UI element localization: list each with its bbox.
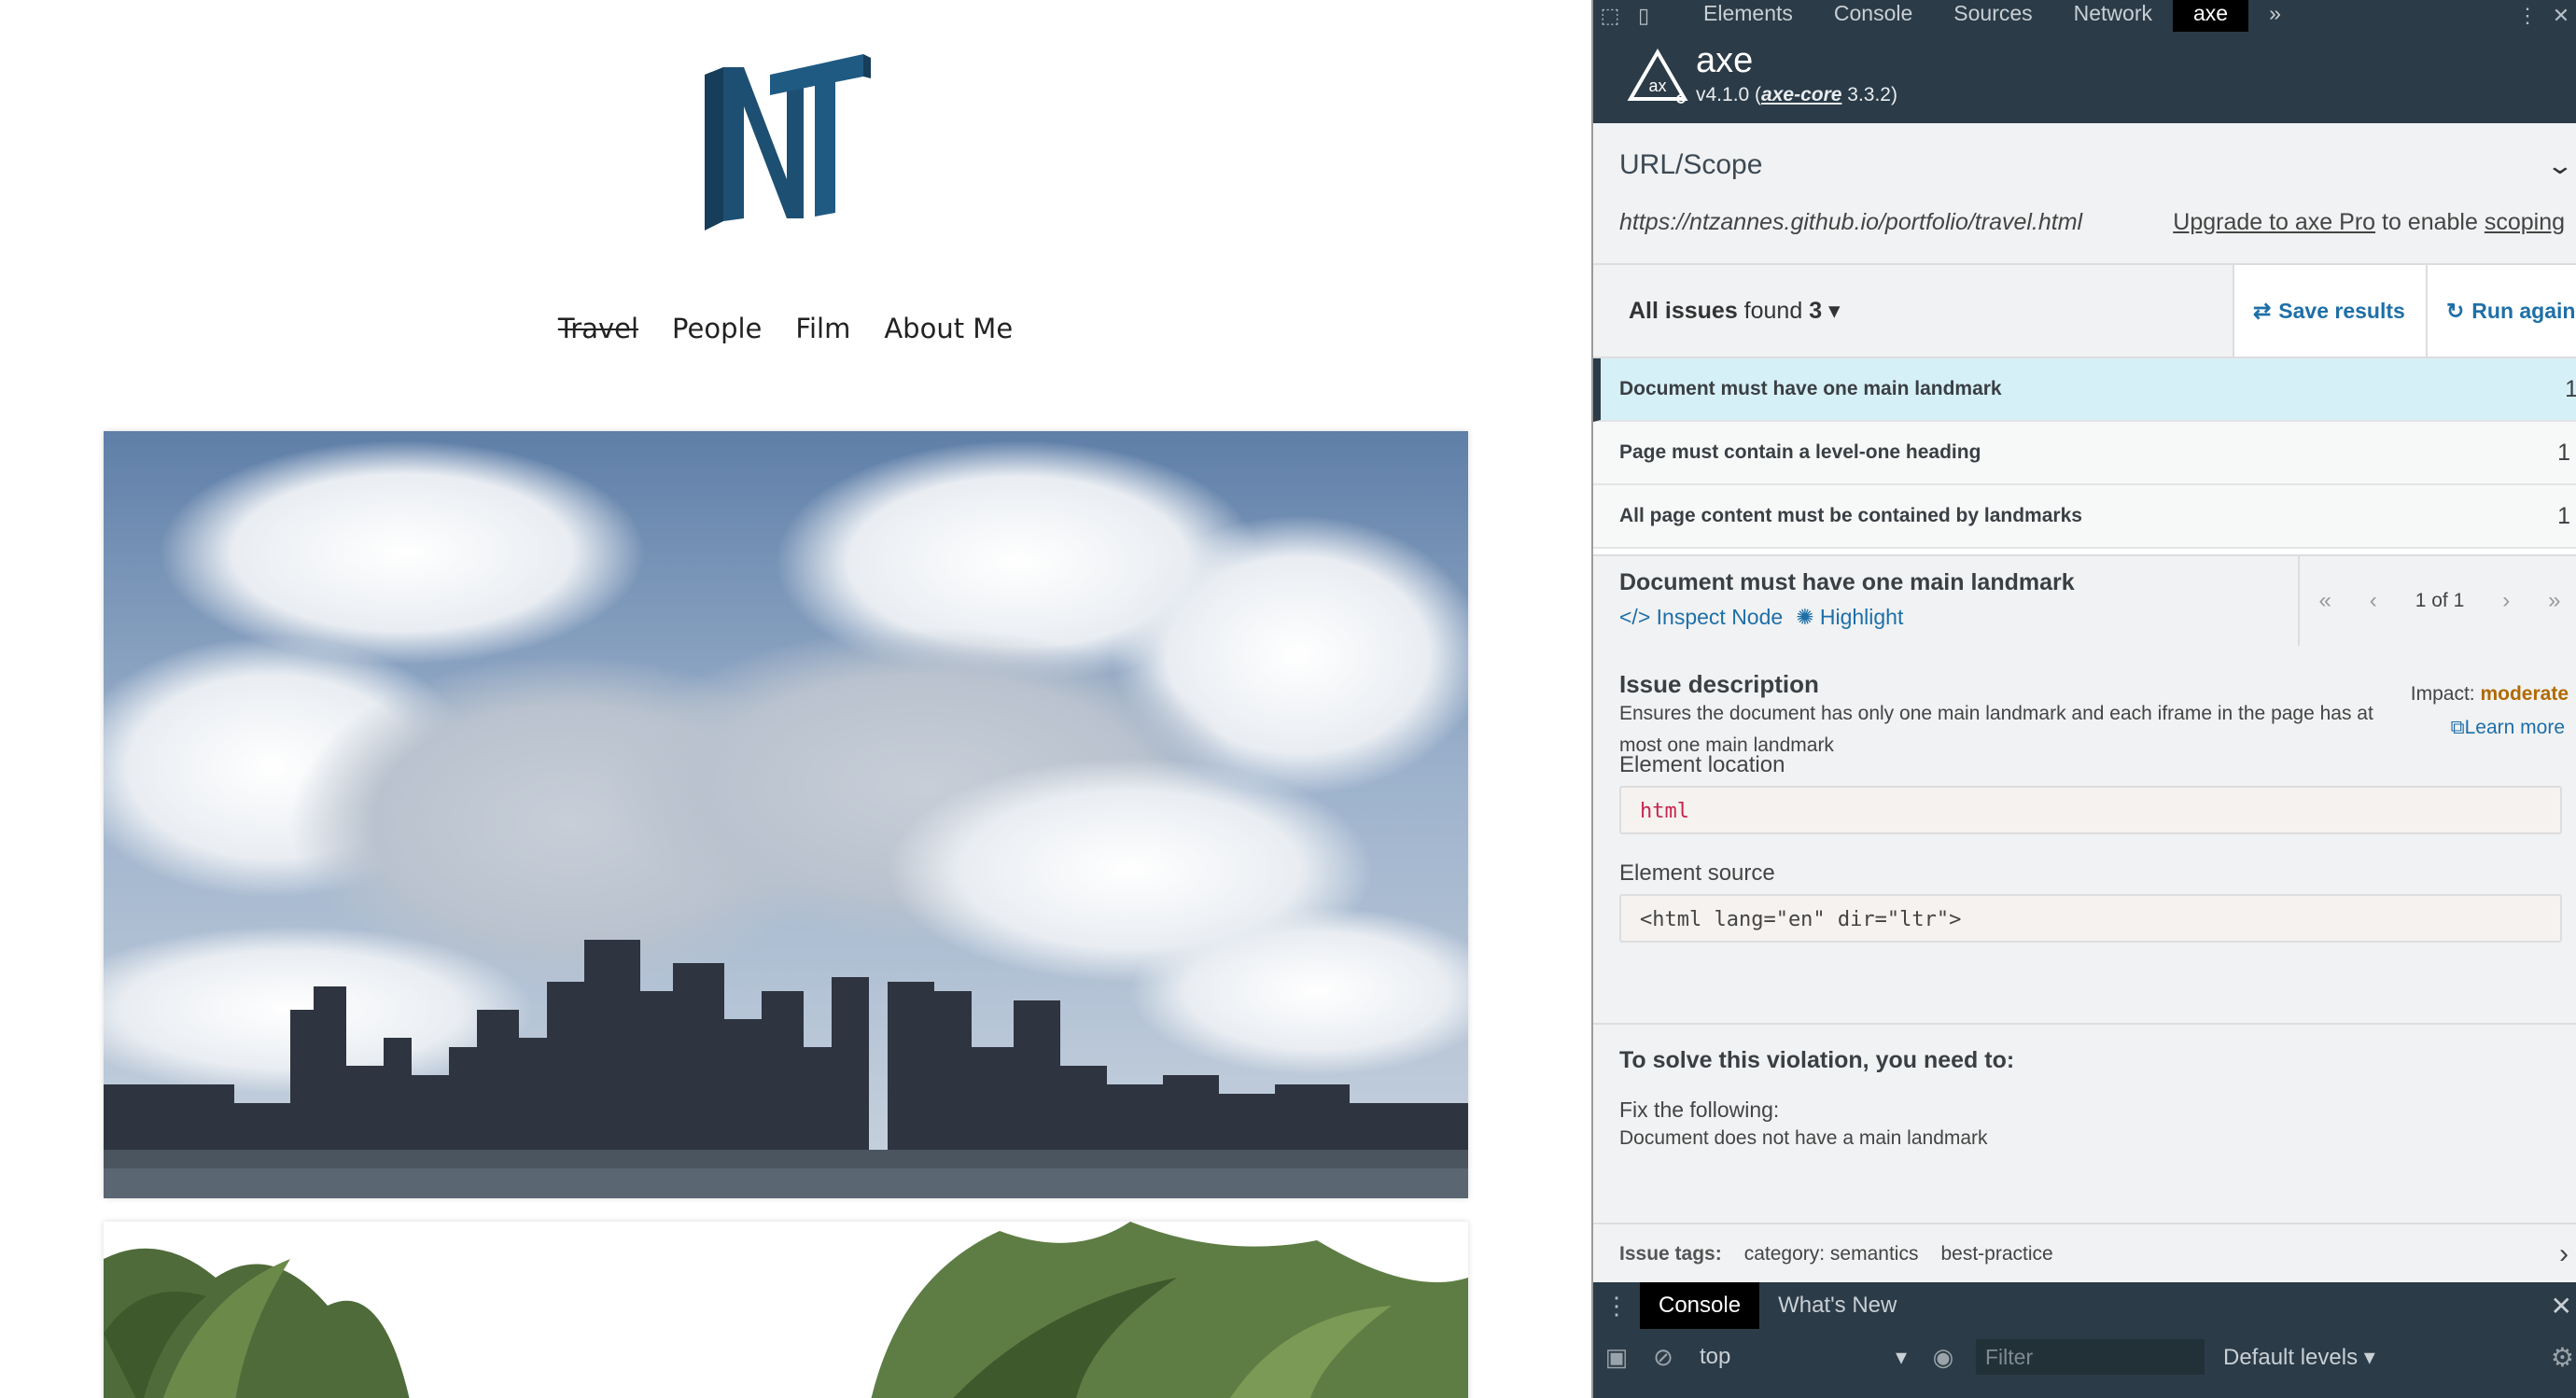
tab-axe[interactable]: axe xyxy=(2173,0,2249,32)
learn-more-link[interactable]: ⧉Learn more xyxy=(2451,717,2565,739)
issue-row-level-one-heading[interactable]: Page must contain a level-one heading 1 xyxy=(1593,422,2576,485)
solve-section: To solve this violation, you need to: Fi… xyxy=(1593,1025,2576,1223)
drawer-tab-whats-new[interactable]: What's New xyxy=(1759,1282,1915,1329)
scope-title: URL/Scope xyxy=(1619,149,1763,180)
website-viewport: Travel People Film About Me xyxy=(0,0,1591,1398)
issue-detail-header: Document must have one main landmark </>… xyxy=(1593,554,2576,648)
drawer-tab-console[interactable]: Console xyxy=(1640,1282,1760,1329)
nav-about-me[interactable]: About Me xyxy=(884,313,1013,344)
issue-tags-label: Issue tags: xyxy=(1619,1243,1722,1265)
issue-description-section: Issue description Ensures the document h… xyxy=(1593,646,2576,1025)
page-indicator: 1 of 1 xyxy=(2415,590,2465,611)
impact-value: moderate xyxy=(2480,683,2569,705)
tab-sources[interactable]: Sources xyxy=(1933,0,2052,32)
prev-page-icon[interactable]: ‹ xyxy=(2370,588,2377,614)
issue-detail-title: Document must have one main landmark xyxy=(1619,569,2075,595)
eye-icon[interactable]: ◉ xyxy=(1920,1343,1967,1372)
nav-film[interactable]: Film xyxy=(795,313,850,344)
upgrade-link[interactable]: Upgrade to axe Pro xyxy=(2173,209,2375,235)
next-page-icon[interactable]: › xyxy=(2502,588,2510,614)
dropdown-arrow-icon: ▾ xyxy=(1895,1344,1907,1370)
save-results-button[interactable]: ⇄ Save results xyxy=(2233,265,2451,356)
element-location-label: Element location xyxy=(1619,752,1785,777)
close-devtools-icon[interactable]: ✕ xyxy=(2544,0,2576,32)
nt-logo[interactable] xyxy=(695,49,873,246)
solve-heading: To solve this violation, you need to: xyxy=(1619,1047,2015,1073)
axe-title: axe xyxy=(1696,41,1754,80)
default-levels-select[interactable]: Default levels ▾ xyxy=(2223,1344,2375,1371)
devtools-panel: ⬚ ▯ Elements Console Sources Network axe… xyxy=(1591,0,2576,1398)
issue-description-heading: Issue description xyxy=(1619,670,1819,698)
tab-console[interactable]: Console xyxy=(1813,0,1933,32)
highlight-icon: ✺ xyxy=(1796,605,1820,629)
tag-item: category: semantics xyxy=(1743,1243,1919,1265)
axe-header: ax axe v4.1.0 (axe-core 3.3.2) xyxy=(1593,32,2576,123)
external-link-icon: ⧉ xyxy=(2450,717,2465,738)
element-location-code[interactable]: html xyxy=(1619,786,2562,834)
issue-pager: « ‹ 1 of 1 › » xyxy=(2298,556,2576,646)
close-drawer-icon[interactable]: ✕ xyxy=(2551,1291,2572,1321)
svg-text:ax: ax xyxy=(1648,77,1666,95)
issues-summary-bar: All issues found 3 ▾ ⇄ Save results ↻ Run … xyxy=(1593,265,2576,358)
sidebar-toggle-icon[interactable]: ▣ xyxy=(1593,1343,1640,1372)
nav-people[interactable]: People xyxy=(672,313,762,344)
scoping-link[interactable]: scoping xyxy=(2485,209,2565,235)
refresh-icon: ↻ xyxy=(2446,298,2465,323)
scope-url: https://ntzannes.github.io/portfolio/tra… xyxy=(1619,209,2083,235)
first-page-icon[interactable]: « xyxy=(2318,588,2331,614)
element-source-label: Element source xyxy=(1619,860,1775,886)
device-toggle-icon[interactable]: ▯ xyxy=(1627,0,1660,32)
axe-version: v4.1.0 (axe-core 3.3.2) xyxy=(1696,84,1897,105)
swap-icon: ⇄ xyxy=(2253,298,2272,323)
issue-row-landmarks[interactable]: All page content must be contained by la… xyxy=(1593,485,2576,549)
console-filter-input[interactable]: Filter xyxy=(1976,1339,2205,1375)
axe-core-link[interactable]: axe-core xyxy=(1761,84,1841,105)
photo-palm-trees[interactable] xyxy=(104,1222,1468,1398)
devtools-tabbar: ⬚ ▯ Elements Console Sources Network axe… xyxy=(1593,0,2576,32)
element-source-code[interactable]: <html lang="en" dir="ltr"> xyxy=(1619,894,2562,943)
nav-travel[interactable]: Travel xyxy=(558,313,638,344)
issue-tags-bar: Issue tags: category: semantics best-pra… xyxy=(1593,1223,2576,1284)
console-output[interactable] xyxy=(1593,1385,2576,1398)
inspect-node-link[interactable]: </> Inspect Node xyxy=(1619,605,1783,630)
clear-console-icon[interactable]: ⊘ xyxy=(1640,1343,1687,1372)
tab-network[interactable]: Network xyxy=(2053,0,2173,32)
more-tabs-icon[interactable]: » xyxy=(2248,0,2302,32)
impact-label: Impact: moderate xyxy=(2410,683,2569,705)
axe-logo-icon: ax xyxy=(1627,49,1688,104)
inspect-element-icon[interactable]: ⬚ xyxy=(1593,0,1627,32)
issues-count[interactable]: All issues found 3 ▾ xyxy=(1629,297,1841,325)
main-nav: Travel People Film About Me xyxy=(0,313,1571,344)
context-select[interactable]: top ▾ xyxy=(1687,1344,1920,1371)
kebab-menu-icon[interactable]: ⋮ xyxy=(2511,0,2544,32)
run-again-button[interactable]: ↻ Run again xyxy=(2426,265,2576,356)
code-icon: </> xyxy=(1619,605,1657,629)
upgrade-text: Upgrade to axe Pro to enable scoping xyxy=(2173,209,2565,235)
photo-boston-skyline[interactable] xyxy=(104,431,1468,1198)
chevron-right-icon[interactable]: › xyxy=(2559,1238,2569,1270)
last-page-icon[interactable]: » xyxy=(2548,588,2560,614)
chevron-down-icon[interactable]: ⌄ xyxy=(2546,151,2575,180)
console-toolbar: ▣ ⊘ top ▾ ◉ Filter Default levels ▾ ⚙ xyxy=(1593,1329,2576,1385)
fix-label: Fix the following: xyxy=(1619,1097,1780,1122)
fix-text: Document does not have a main landmark xyxy=(1619,1127,1988,1149)
gear-icon[interactable]: ⚙ xyxy=(2551,1342,2574,1373)
tag-item: best-practice xyxy=(1940,1243,2053,1265)
highlight-link[interactable]: ✺ Highlight xyxy=(1796,605,1903,630)
drawer-menu-icon[interactable]: ⋮ xyxy=(1593,1292,1640,1321)
issue-row-main-landmark[interactable]: Document must have one main landmark 1 xyxy=(1593,358,2576,422)
drawer-tabbar: ⋮ Console What's New ✕ xyxy=(1593,1282,2576,1329)
url-scope-section: URL/Scope ⌄ https://ntzannes.github.io/p… xyxy=(1593,123,2576,265)
tab-elements[interactable]: Elements xyxy=(1683,0,1813,32)
